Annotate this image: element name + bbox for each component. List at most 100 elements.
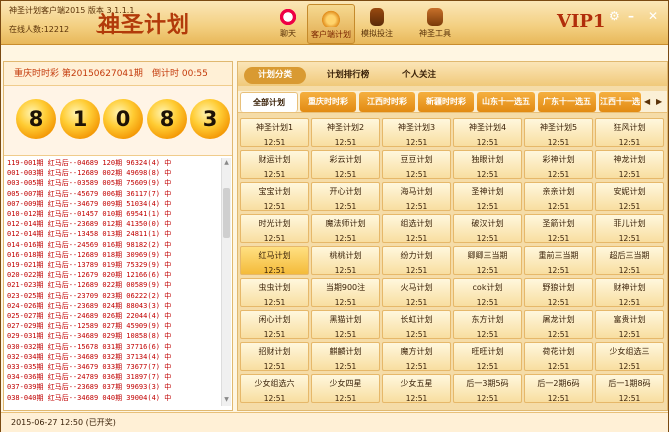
tab-jiangxi-11x5[interactable]: 江西十一选五 xyxy=(599,92,641,112)
plan-cell[interactable]: 卿卿三当期 12:51 xyxy=(453,246,522,275)
plan-cell[interactable]: 虫虫计划 12:51 xyxy=(240,278,309,307)
plan-cell[interactable]: 彩云计划 12:51 xyxy=(311,150,380,179)
tab-my-follow[interactable]: 个人关注 xyxy=(388,67,450,84)
status-bar: 2015-06-27 12:50 (已开奖) xyxy=(1,412,668,432)
plan-cell[interactable]: 神圣计划5 12:51 xyxy=(524,118,593,147)
result-ball: 3 xyxy=(190,99,230,139)
plan-time: 12:51 xyxy=(263,394,286,403)
nav-client-plan[interactable]: 客户端计划 xyxy=(307,4,355,44)
plan-cell[interactable]: 招财计划 12:51 xyxy=(240,342,309,371)
scroll-thumb[interactable] xyxy=(223,188,230,238)
plan-cell[interactable]: 闲心计划 12:51 xyxy=(240,310,309,339)
plan-cell[interactable]: 后一2期6码 12:51 xyxy=(524,374,593,403)
history-row: 021-023期 红马后--12689 022期 00589(9) 中 xyxy=(7,281,172,290)
plan-time: 12:51 xyxy=(334,362,357,371)
plan-cell[interactable]: 狂风计划 12:51 xyxy=(595,118,664,147)
plan-cell[interactable]: 独眼计划 12:51 xyxy=(453,150,522,179)
plan-time: 12:51 xyxy=(263,234,286,243)
plan-cell[interactable]: 财神计划 12:51 xyxy=(595,278,664,307)
plan-cell[interactable]: 当期900注 12:51 xyxy=(311,278,380,307)
plan-time: 12:51 xyxy=(334,330,357,339)
plan-cell[interactable]: 神圣计划3 12:51 xyxy=(382,118,451,147)
plan-cell[interactable]: 黑猫计划 12:51 xyxy=(311,310,380,339)
plan-name: 虫虫计划 xyxy=(258,283,291,292)
history-scrollbar[interactable]: ▲ ▼ xyxy=(221,158,231,406)
history-row: 010-012期 红马后--01457 010期 69541(1) 中 xyxy=(7,210,172,219)
plan-cell[interactable]: 宝宝计划 12:51 xyxy=(240,182,309,211)
tab-shandong-11x5[interactable]: 山东十一选五 xyxy=(477,92,535,112)
plan-cell[interactable]: 圣箭计划 12:51 xyxy=(524,214,593,243)
plan-cell[interactable]: 桃桃计划 12:51 xyxy=(311,246,380,275)
settings-icon[interactable]: ⚙ xyxy=(609,9,620,23)
plan-time: 12:51 xyxy=(547,266,570,275)
plan-name: 海马计划 xyxy=(400,187,433,196)
plan-cell[interactable]: 野狼计划 12:51 xyxy=(524,278,593,307)
plan-cell[interactable]: 神圣计划1 12:51 xyxy=(240,118,309,147)
plan-cell[interactable]: 海马计划 12:51 xyxy=(382,182,451,211)
plan-cell[interactable]: 少女四星 12:51 xyxy=(311,374,380,403)
tab-xinjiang[interactable]: 新疆时时彩 xyxy=(418,92,474,112)
plan-cell[interactable]: 财运计划 12:51 xyxy=(240,150,309,179)
app-logo: 神圣计划 xyxy=(96,7,248,39)
tab-all-plans[interactable]: 全部计划 xyxy=(240,92,298,112)
minimize-icon[interactable]: – xyxy=(628,9,634,23)
plan-cell[interactable]: 豆豆计划 12:51 xyxy=(382,150,451,179)
plan-cell[interactable]: 少女组选三 12:51 xyxy=(595,342,664,371)
nav-tools[interactable]: 神圣工具 xyxy=(411,4,459,44)
plan-name: 重前三当期 xyxy=(538,251,579,260)
plan-cell[interactable]: 麒麟计划 12:51 xyxy=(311,342,380,371)
plan-cell[interactable]: 超后三当期 12:51 xyxy=(595,246,664,275)
history-list[interactable]: 119-001期 红马后--04689 120期 96324(4) 中 001-0… xyxy=(7,158,219,402)
plan-cell[interactable]: 少女五星 12:51 xyxy=(382,374,451,403)
nav-chat-label: 聊天 xyxy=(280,29,296,38)
plan-cell[interactable]: 菲儿计划 12:51 xyxy=(595,214,664,243)
plan-cell[interactable]: 神龙计划 12:51 xyxy=(595,150,664,179)
plan-cell[interactable]: 纷力计划 12:51 xyxy=(382,246,451,275)
plan-cell[interactable]: 亲亲计划 12:51 xyxy=(524,182,593,211)
plan-cell[interactable]: 魔法师计划 12:51 xyxy=(311,214,380,243)
close-icon[interactable]: ✕ xyxy=(648,9,658,23)
plan-name: 圣箭计划 xyxy=(542,219,575,228)
plan-time: 12:51 xyxy=(334,202,357,211)
tab-next-icon[interactable]: ▶ xyxy=(656,97,662,106)
plan-name: 安妮计划 xyxy=(613,187,646,196)
nav-simulate-bet[interactable]: 模拟投注 xyxy=(353,4,401,44)
plan-name: 火马计划 xyxy=(400,283,433,292)
plan-cell[interactable]: 破汉计划 12:51 xyxy=(453,214,522,243)
plan-cell[interactable]: 组选计划 12:51 xyxy=(382,214,451,243)
nav-chat[interactable]: 聊天 xyxy=(264,4,312,44)
plan-cell[interactable]: 后一1期8码 12:51 xyxy=(595,374,664,403)
plan-cell[interactable]: 火马计划 12:51 xyxy=(382,278,451,307)
plan-cell[interactable]: 彩神计划 12:51 xyxy=(524,150,593,179)
tab-jiangxi-ssc[interactable]: 江西时时彩 xyxy=(359,92,415,112)
plan-cell[interactable]: 东方计划 12:51 xyxy=(453,310,522,339)
plan-cell[interactable]: 富贵计划 12:51 xyxy=(595,310,664,339)
plan-cell[interactable]: 后一3期5码 12:51 xyxy=(453,374,522,403)
plan-cell[interactable]: cok计划 12:51 xyxy=(453,278,522,307)
plan-cell[interactable]: 荷花计划 12:51 xyxy=(524,342,593,371)
plan-cell[interactable]: 圣神计划 12:51 xyxy=(453,182,522,211)
plan-cell[interactable]: 长虹计划 12:51 xyxy=(382,310,451,339)
tab-plan-category[interactable]: 计划分类 xyxy=(244,67,306,84)
plan-time: 12:51 xyxy=(476,138,499,147)
plan-cell[interactable]: 神圣计划4 12:51 xyxy=(453,118,522,147)
plan-cell[interactable]: 红马计划 12:51 xyxy=(240,246,309,275)
plan-name: 招财计划 xyxy=(258,347,291,356)
tab-chongqing[interactable]: 重庆时时彩 xyxy=(300,92,356,112)
plan-cell[interactable]: 屠龙计划 12:51 xyxy=(524,310,593,339)
tab-guangdong-11x5[interactable]: 广东十一选五 xyxy=(538,92,596,112)
scroll-up-icon[interactable]: ▲ xyxy=(223,159,230,167)
plan-cell[interactable]: 少女组选六 12:51 xyxy=(240,374,309,403)
plan-cell[interactable]: 时光计划 12:51 xyxy=(240,214,309,243)
history-row: 012-014期 红马后--23689 012期 41350(0) 中 xyxy=(7,220,172,229)
plan-name: 彩云计划 xyxy=(329,155,362,164)
plan-cell[interactable]: 安妮计划 12:51 xyxy=(595,182,664,211)
plan-cell[interactable]: 魔方计划 12:51 xyxy=(382,342,451,371)
plan-cell[interactable]: 重前三当期 12:51 xyxy=(524,246,593,275)
plan-cell[interactable]: 旺旺计划 12:51 xyxy=(453,342,522,371)
scroll-down-icon[interactable]: ▼ xyxy=(223,396,230,404)
plan-cell[interactable]: 开心计划 12:51 xyxy=(311,182,380,211)
tab-prev-icon[interactable]: ◀ xyxy=(644,97,650,106)
tab-plan-ranking[interactable]: 计划排行榜 xyxy=(314,67,382,84)
plan-cell[interactable]: 神圣计划2 12:51 xyxy=(311,118,380,147)
